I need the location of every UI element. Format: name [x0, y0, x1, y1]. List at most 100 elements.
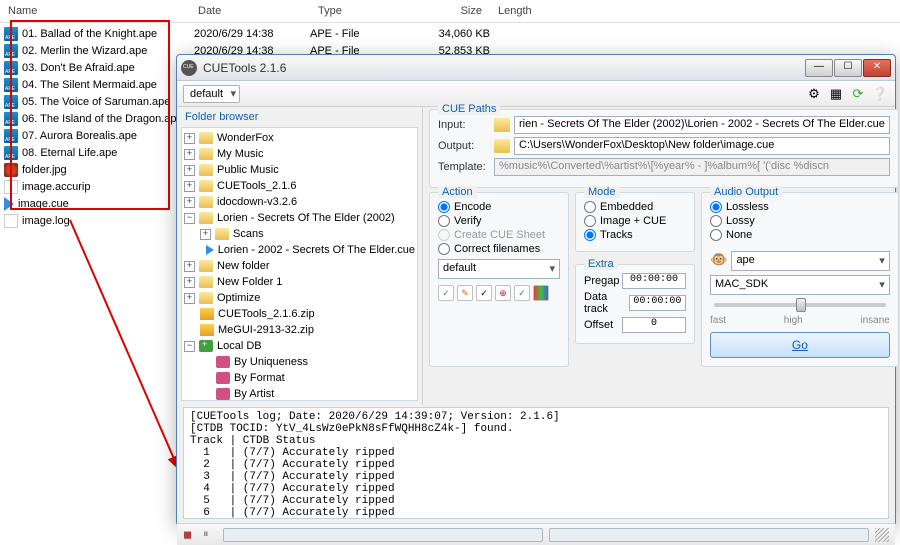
jpg-icon [4, 163, 18, 177]
tree-label: Public Music [217, 164, 279, 176]
script-dropdown[interactable]: default [438, 259, 560, 279]
tree-toggle[interactable]: − [184, 213, 195, 224]
tree-item[interactable]: CUETools_2.1.6.zip [184, 306, 415, 322]
tree-item[interactable]: +New Folder 1 [184, 274, 415, 290]
output-path[interactable]: C:\Users\WonderFox\Desktop\New folder\im… [514, 137, 890, 155]
embedded-radio[interactable] [584, 201, 596, 213]
opt6-icon[interactable] [533, 285, 549, 301]
tree-item[interactable]: − Lorien - Secrets Of The Elder (2002) [184, 210, 415, 226]
tree-label: New folder [217, 260, 270, 272]
engine-dropdown[interactable]: MAC_SDK [710, 275, 890, 295]
titlebar[interactable]: CUETools 2.1.6 — ☐ ✕ [177, 55, 895, 81]
cuetools-window: CUETools 2.1.6 — ☐ ✕ default ⚙ ▦ ⟳ ❔ Fol… [176, 54, 896, 526]
minimize-button[interactable]: — [805, 59, 833, 77]
tree-label: My Music [217, 148, 263, 160]
fold-icon [199, 292, 213, 304]
help-icon[interactable]: ❔ [871, 85, 889, 103]
encode-radio[interactable] [438, 201, 450, 213]
profile-dropdown[interactable]: default [183, 85, 240, 103]
tree-item[interactable]: −Local DB [184, 338, 415, 354]
tree-item[interactable]: Lorien - 2002 - Secrets Of The Elder.cue [184, 242, 415, 258]
tree-item[interactable]: + Optimize [184, 290, 415, 306]
col-date[interactable]: Date [190, 2, 310, 20]
tree-toggle[interactable]: + [200, 229, 211, 240]
tree-toggle[interactable]: − [184, 341, 195, 352]
tree-label: Optimize [217, 292, 260, 304]
tree-label: Lorien - Secrets Of The Elder (2002) [217, 212, 395, 224]
lossy-radio[interactable] [710, 215, 722, 227]
cue-icon [4, 197, 14, 211]
refresh-icon[interactable]: ⟳ [849, 85, 867, 103]
opt3-icon[interactable]: ✓ [476, 285, 492, 301]
ape-icon [4, 78, 18, 92]
tree-label: idocdown-v3.2.6 [217, 196, 297, 208]
grid-icon[interactable]: ▦ [827, 85, 845, 103]
output-browse-icon[interactable] [494, 139, 510, 153]
window-title: CUETools 2.1.6 [203, 61, 805, 75]
opt1-icon[interactable]: ✓ [438, 285, 454, 301]
close-button[interactable]: ✕ [863, 59, 891, 77]
tree-toggle[interactable]: + [184, 277, 195, 288]
tree-item[interactable]: By Artist [184, 386, 415, 401]
settings-icon[interactable]: ⚙ [805, 85, 823, 103]
file-row[interactable]: 01. Ballad of the Knight.ape2020/6/29 14… [0, 25, 900, 42]
maximize-button[interactable]: ☐ [834, 59, 862, 77]
log-output[interactable]: [CUETools log; Date: 2020/6/29 14:39:07;… [183, 407, 889, 519]
tree-toggle[interactable]: + [184, 133, 195, 144]
tree-item[interactable]: +Scans [184, 226, 415, 242]
lossy-label: Lossy [726, 215, 755, 227]
tree-item[interactable]: +CUETools_2.1.6 [184, 178, 415, 194]
tree-label: WonderFox [217, 132, 274, 144]
tree-item[interactable]: By Format [184, 370, 415, 386]
verify-radio[interactable] [438, 215, 450, 227]
col-length[interactable]: Length [490, 2, 570, 20]
tree-item[interactable]: + idocdown-v3.2.6 [184, 194, 415, 210]
resize-grip[interactable] [875, 528, 889, 542]
lossless-radio[interactable] [710, 201, 722, 213]
tree-item[interactable]: + My Music [184, 146, 415, 162]
ape-icon [4, 146, 18, 160]
tree-item[interactable]: + WonderFox [184, 130, 415, 146]
template-path[interactable]: %music%\Converted\%artist%\[%year% - ]%a… [494, 158, 890, 176]
audio-title: Audio Output [710, 186, 782, 198]
status-stop-icon[interactable]: ◼ [183, 528, 197, 542]
tree-item[interactable]: By Uniqueness [184, 354, 415, 370]
folder-tree[interactable]: +WonderFox+My Music+Public Music+CUETool… [181, 127, 418, 401]
quality-slider[interactable] [714, 303, 886, 307]
opt2-icon[interactable]: ✎ [457, 285, 473, 301]
tracks-radio[interactable] [584, 229, 596, 241]
cue-icon [206, 245, 214, 255]
tree-toggle[interactable]: + [184, 261, 195, 272]
explorer-columns: Name Date Type Size Length [0, 0, 900, 23]
tree-toggle[interactable]: + [184, 181, 195, 192]
col-name[interactable]: Name [0, 2, 190, 20]
progress-bar-2 [549, 528, 869, 542]
tree-item[interactable]: MeGUI-2913-32.zip [184, 322, 415, 338]
input-browse-icon[interactable] [494, 118, 510, 132]
template-label: Template: [438, 161, 490, 173]
datatrack-value[interactable]: 00:00:00 [629, 295, 686, 311]
none-radio[interactable] [710, 229, 722, 241]
tree-item[interactable]: + Public Music [184, 162, 415, 178]
encoder-dropdown[interactable]: ape [731, 251, 889, 271]
pregap-value[interactable]: 00:00:00 [622, 273, 686, 289]
opt4-icon[interactable]: ⊕ [495, 285, 511, 301]
statusbar: ◼ ⏸ [177, 523, 895, 545]
offset-value[interactable]: 0 [622, 317, 686, 333]
tree-toggle[interactable]: + [184, 165, 195, 176]
tree-toggle[interactable]: + [184, 149, 195, 160]
tree-toggle[interactable]: + [184, 197, 195, 208]
opt5-icon[interactable]: ✓ [514, 285, 530, 301]
slider-thumb[interactable] [796, 298, 806, 312]
ape-icon [4, 95, 18, 109]
col-type[interactable]: Type [310, 2, 410, 20]
col-size[interactable]: Size [410, 2, 490, 20]
go-button[interactable]: Go [710, 332, 890, 358]
tree-toggle[interactable]: + [184, 293, 195, 304]
lossless-label: Lossless [726, 201, 769, 213]
status-pause-icon[interactable]: ⏸ [203, 528, 217, 542]
tree-item[interactable]: + New folder [184, 258, 415, 274]
imagecue-radio[interactable] [584, 215, 596, 227]
input-path[interactable]: rien - Secrets Of The Elder (2002)\Lorie… [514, 116, 890, 134]
correct-radio[interactable] [438, 243, 450, 255]
